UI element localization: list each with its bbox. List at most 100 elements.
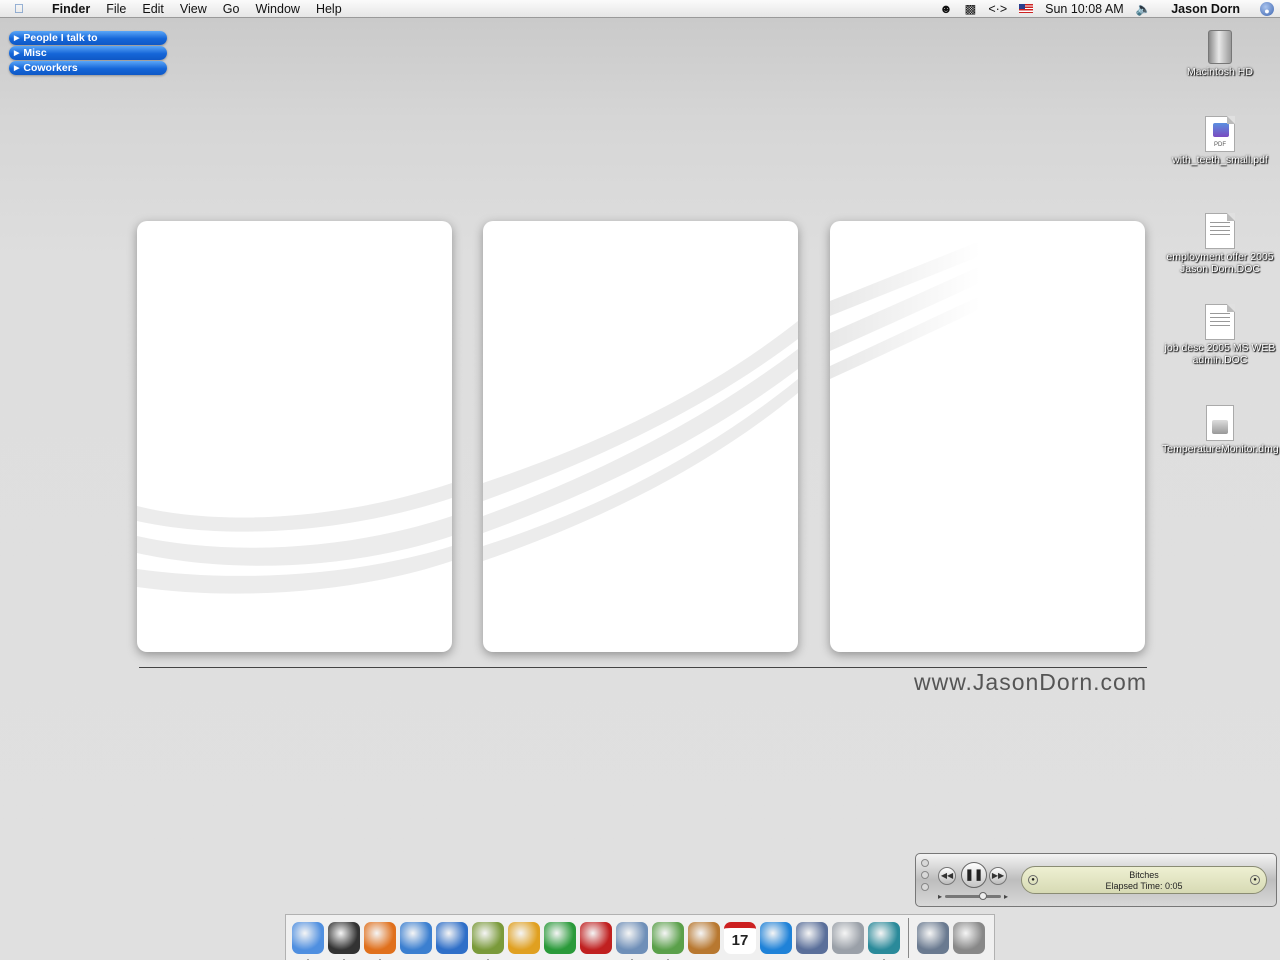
dock-item-dashboard[interactable] bbox=[326, 919, 362, 960]
dock-item-folder-stack[interactable] bbox=[915, 919, 951, 957]
snapback-icon[interactable]: ● bbox=[1028, 875, 1038, 885]
quicktime-icon bbox=[760, 921, 792, 954]
menu-edit[interactable]: Edit bbox=[134, 0, 172, 18]
desktop-icon-employment-offer[interactable]: employment offer 2005 Jason Dorn.DOC bbox=[1162, 213, 1278, 275]
dock-item-firefox[interactable] bbox=[362, 919, 398, 960]
menu-go[interactable]: Go bbox=[215, 0, 248, 18]
minimize-button[interactable] bbox=[921, 871, 929, 879]
next-track-button[interactable]: ▶▶ bbox=[989, 867, 1007, 885]
mail-icon bbox=[616, 921, 648, 954]
disclosure-triangle-icon: ▶ bbox=[14, 50, 20, 57]
spotlight-icon[interactable]: ● bbox=[1260, 1, 1274, 16]
drawer-misc[interactable]: ▶ Misc bbox=[9, 46, 167, 60]
wallpaper-panel-right bbox=[830, 221, 1145, 652]
pdf-icon: PDF bbox=[1205, 116, 1235, 152]
dock-item-safari[interactable] bbox=[398, 919, 434, 957]
pdf-badge-text: PDF bbox=[1214, 142, 1226, 148]
volume-high-icon: ▸ bbox=[1003, 891, 1008, 901]
folder-stack-icon bbox=[917, 921, 949, 954]
drawer-people[interactable]: ▶ People I talk to bbox=[9, 31, 167, 45]
desktop-icon-temperature-monitor[interactable]: TemperatureMonitor.dmg bbox=[1162, 405, 1279, 455]
dock-item-apple[interactable] bbox=[830, 919, 866, 957]
track-title: Bitches bbox=[1129, 870, 1159, 880]
drawer-coworkers[interactable]: ▶ Coworkers bbox=[9, 61, 167, 75]
wallpaper-swoosh bbox=[137, 483, 452, 594]
dock-item-guitar[interactable] bbox=[686, 919, 722, 957]
now-playing-display: ● Bitches Elapsed Time: 0:05 ● bbox=[1021, 866, 1267, 894]
dock-item-itunes[interactable] bbox=[650, 919, 686, 960]
close-button[interactable] bbox=[921, 859, 929, 867]
menu-help[interactable]: Help bbox=[308, 0, 350, 18]
dock-item-pencil[interactable] bbox=[470, 919, 506, 960]
document-icon bbox=[1205, 304, 1235, 340]
dock-item-mail[interactable] bbox=[614, 919, 650, 960]
menu-window[interactable]: Window bbox=[247, 0, 307, 18]
volume-knob[interactable] bbox=[978, 891, 987, 900]
dashboard-icon bbox=[328, 921, 360, 954]
guitar-icon bbox=[688, 921, 720, 954]
firefox-icon bbox=[364, 921, 396, 954]
trash-icon bbox=[953, 921, 985, 954]
dock-separator bbox=[908, 917, 909, 958]
dock: 17 bbox=[285, 914, 995, 960]
dock-item-network[interactable] bbox=[434, 919, 470, 957]
apple-menu-icon[interactable]:  bbox=[14, 1, 34, 16]
calendar-icon: 17 bbox=[724, 921, 756, 954]
elapsed-time: Elapsed Time: 0:05 bbox=[1105, 880, 1183, 891]
display-icon[interactable]: ▩ bbox=[965, 0, 977, 18]
dock-item-flash[interactable] bbox=[578, 919, 614, 957]
desktop-icon-label: job desc 2005 MS WEB admin.DOC bbox=[1164, 342, 1276, 366]
itunes-icon bbox=[652, 921, 684, 954]
menubar-user[interactable]: Jason Dorn bbox=[1163, 0, 1248, 18]
document-icon bbox=[1205, 213, 1235, 249]
desktop-icon-pdf[interactable]: PDF with_teeth_small.pdf bbox=[1162, 116, 1278, 166]
pencil-icon bbox=[472, 921, 504, 954]
hard-drive-icon bbox=[1208, 30, 1232, 64]
desktop-icon-macintosh-hd[interactable]: Macintosh HD bbox=[1162, 30, 1278, 78]
menubar-clock[interactable]: Sun 10:08 AM bbox=[1045, 0, 1124, 18]
dock-item-film[interactable] bbox=[794, 919, 830, 957]
dock-item-trash[interactable] bbox=[951, 919, 987, 957]
drawer-label: Misc bbox=[23, 47, 47, 59]
disclosure-triangle-icon: ▶ bbox=[14, 65, 20, 72]
desktop-icon-label: TemperatureMonitor.dmg bbox=[1162, 443, 1279, 455]
wallpaper-site-text: www.JasonDorn.com bbox=[913, 669, 1147, 695]
dock-item-finder[interactable] bbox=[290, 919, 326, 960]
film-icon bbox=[796, 921, 828, 954]
wallpaper-swoosh bbox=[830, 241, 980, 379]
alien-icon[interactable]: ☻ bbox=[939, 0, 952, 18]
desktop-icon-label: employment offer 2005 Jason Dorn.DOC bbox=[1166, 251, 1274, 275]
menu-app-name[interactable]: Finder bbox=[44, 0, 98, 18]
volume-icon[interactable]: 🔈 bbox=[1136, 0, 1152, 18]
flag-icon[interactable] bbox=[1019, 4, 1034, 13]
drawer-label: Coworkers bbox=[23, 62, 78, 74]
dreamweaver-icon bbox=[544, 921, 576, 954]
finder-icon bbox=[292, 921, 324, 954]
pause-button[interactable]: ❚❚ bbox=[961, 862, 987, 888]
wallpaper-panel-left bbox=[137, 221, 452, 652]
drawer-list: ▶ People I talk to ▶ Misc ▶ Coworkers bbox=[9, 31, 167, 76]
cyberduck-icon bbox=[868, 921, 900, 954]
window-controls bbox=[921, 859, 929, 895]
dock-item-quicktime[interactable] bbox=[758, 919, 794, 957]
menu-bar:  Finder File Edit View Go Window Help ☻… bbox=[0, 0, 1280, 18]
dock-item-dreamweaver[interactable] bbox=[542, 919, 578, 957]
arrows-icon[interactable]: <·> bbox=[988, 0, 1007, 18]
duck-icon bbox=[508, 921, 540, 954]
volume-low-icon: ▸ bbox=[938, 891, 943, 901]
menu-file[interactable]: File bbox=[98, 0, 134, 18]
volume-slider[interactable]: ▸ ▸ bbox=[938, 891, 1008, 901]
previous-track-button[interactable]: ◀◀ bbox=[938, 867, 956, 885]
dock-item-calendar[interactable]: 17 bbox=[722, 919, 758, 957]
dock-item-cyberduck[interactable] bbox=[866, 919, 902, 960]
zoom-button[interactable] bbox=[921, 883, 929, 891]
safari-icon bbox=[400, 921, 432, 954]
flash-icon bbox=[580, 921, 612, 954]
disk-image-icon bbox=[1206, 405, 1234, 441]
wallpaper-panel-middle bbox=[483, 221, 798, 652]
display-toggle-icon[interactable]: ● bbox=[1250, 875, 1260, 885]
menu-view[interactable]: View bbox=[172, 0, 215, 18]
desktop-icon-job-desc[interactable]: job desc 2005 MS WEB admin.DOC bbox=[1162, 304, 1278, 366]
dock-item-duck[interactable] bbox=[506, 919, 542, 957]
desktop-icon-label: with_teeth_small.pdf bbox=[1172, 154, 1268, 166]
